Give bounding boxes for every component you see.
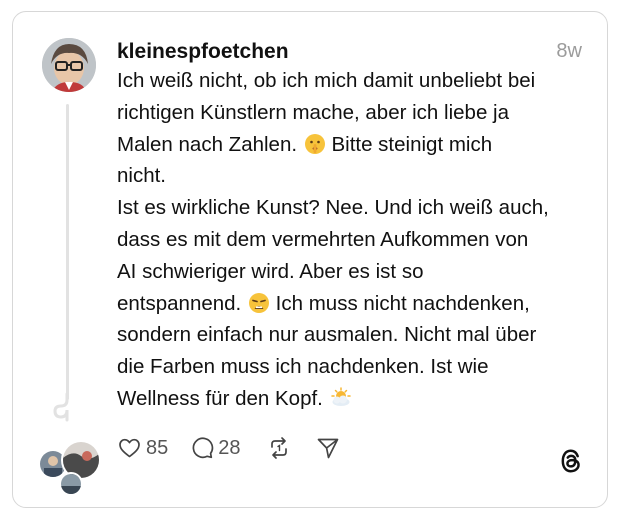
post-line-segment: entspannend. [117, 291, 242, 315]
post-line: Wellness für den Kopf. [117, 383, 587, 415]
post-line: nicht. [117, 164, 166, 188]
repost-button[interactable] [268, 436, 290, 460]
weary-face-emoji [248, 292, 270, 314]
action-bar: 85 28 [117, 435, 340, 461]
shushing-face-emoji [304, 133, 326, 155]
username[interactable]: kleinespfoetchen [117, 40, 289, 64]
share-button[interactable] [316, 436, 340, 460]
sun-behind-cloud-emoji [330, 387, 352, 409]
post-line-segment: Ich muss nicht nachdenken, [275, 291, 530, 315]
like-button[interactable]: 85 [117, 436, 168, 460]
post-line-segment: Malen nach Zahlen. [117, 132, 298, 156]
post-line: AI schwieriger wird. Aber es ist so [117, 259, 424, 283]
post-line-segment: Bitte steinigt mich [331, 132, 493, 156]
post-line: sondern einfach nur ausmalen. Nicht mal … [117, 323, 537, 347]
comment-button[interactable]: 28 [190, 436, 241, 460]
post-line: Malen nach Zahlen. Bitte steinigt mich [117, 129, 587, 161]
reply-avatars[interactable] [38, 440, 102, 496]
share-icon[interactable] [316, 436, 340, 460]
like-count: 85 [146, 436, 169, 459]
post-timestamp[interactable]: 8w [556, 40, 582, 63]
repost-icon[interactable] [268, 436, 290, 460]
thread-line [66, 104, 69, 400]
post-line: entspannend. Ich muss nicht nachdenken, [117, 288, 587, 320]
reply-avatar[interactable] [59, 472, 83, 496]
post-line-segment: Wellness für den Kopf. [117, 386, 323, 410]
post-line: Ich weiß nicht, ob ich mich damit unbeli… [117, 69, 536, 92]
thread-loop-icon [50, 392, 84, 427]
post-line: Ist es wirkliche Kunst? Nee. Und ich wei… [117, 196, 549, 220]
comment-count: 28 [218, 436, 241, 459]
post-line: dass es mit dem vermehrten Aufkommen von [117, 227, 529, 251]
post-line: richtigen Künstlern mache, aber ich lieb… [117, 100, 509, 124]
avatar[interactable] [42, 38, 96, 92]
heart-icon[interactable] [117, 436, 142, 460]
post-line: die Farben muss ich nachdenken. Ist wie [117, 355, 489, 379]
comment-icon[interactable] [190, 436, 214, 460]
threads-logo-icon[interactable] [558, 447, 584, 480]
post-text: Ich weiß nicht, ob ich mich damit unbeli… [117, 65, 587, 415]
